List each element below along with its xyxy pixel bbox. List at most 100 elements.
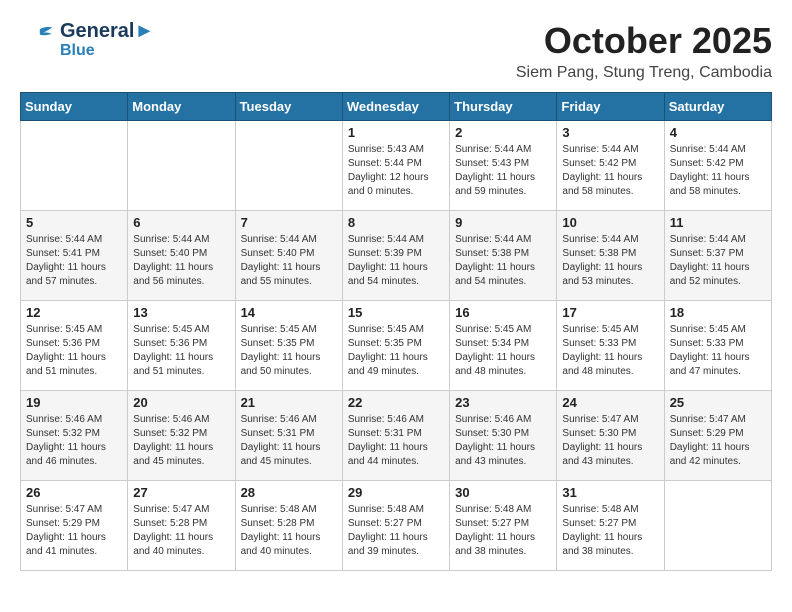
calendar-cell: [235, 121, 342, 211]
weekday-header-friday: Friday: [557, 93, 664, 121]
day-number: 26: [26, 485, 122, 500]
day-info: Sunrise: 5:44 AM Sunset: 5:40 PM Dayligh…: [133, 233, 229, 289]
day-info: Sunrise: 5:46 AM Sunset: 5:31 PM Dayligh…: [241, 413, 337, 469]
calendar-cell: [664, 481, 771, 571]
day-number: 4: [670, 125, 766, 140]
day-number: 19: [26, 395, 122, 410]
calendar-cell: 8 Sunrise: 5:44 AM Sunset: 5:39 PM Daylig…: [342, 211, 449, 301]
day-number: 31: [562, 485, 658, 500]
location-title: Siem Pang, Stung Treng, Cambodia: [516, 64, 772, 82]
day-number: 9: [455, 215, 551, 230]
day-info: Sunrise: 5:45 AM Sunset: 5:36 PM Dayligh…: [26, 323, 122, 379]
title-block: October 2025 Siem Pang, Stung Treng, Cam…: [516, 20, 772, 82]
calendar-cell: 2 Sunrise: 5:44 AM Sunset: 5:43 PM Daylig…: [450, 121, 557, 211]
day-info: Sunrise: 5:45 AM Sunset: 5:34 PM Dayligh…: [455, 323, 551, 379]
week-row-5: 26 Sunrise: 5:47 AM Sunset: 5:29 PM Dayli…: [21, 481, 772, 571]
day-number: 15: [348, 305, 444, 320]
day-info: Sunrise: 5:47 AM Sunset: 5:29 PM Dayligh…: [670, 413, 766, 469]
day-number: 11: [670, 215, 766, 230]
day-number: 25: [670, 395, 766, 410]
day-info: Sunrise: 5:45 AM Sunset: 5:35 PM Dayligh…: [348, 323, 444, 379]
day-number: 5: [26, 215, 122, 230]
calendar-cell: 23 Sunrise: 5:46 AM Sunset: 5:30 PM Dayli…: [450, 391, 557, 481]
day-number: 3: [562, 125, 658, 140]
day-number: 30: [455, 485, 551, 500]
calendar-cell: 14Sunrise: 5:45 AM Sunset: 5:35 PM Dayli…: [235, 301, 342, 391]
day-number: 24: [562, 395, 658, 410]
day-number: 23: [455, 395, 551, 410]
weekday-header-wednesday: Wednesday: [342, 93, 449, 121]
day-number: 18: [670, 305, 766, 320]
day-info: Sunrise: 5:46 AM Sunset: 5:31 PM Dayligh…: [348, 413, 444, 469]
day-number: 20: [133, 395, 229, 410]
weekday-header-tuesday: Tuesday: [235, 93, 342, 121]
day-number: 8: [348, 215, 444, 230]
calendar-cell: 20 Sunrise: 5:46 AM Sunset: 5:32 PM Dayli…: [128, 391, 235, 481]
weekday-header-saturday: Saturday: [664, 93, 771, 121]
day-info: Sunrise: 5:44 AM Sunset: 5:42 PM Dayligh…: [562, 143, 658, 199]
day-number: 7: [241, 215, 337, 230]
week-row-3: 12Sunrise: 5:45 AM Sunset: 5:36 PM Dayli…: [21, 301, 772, 391]
day-number: 17: [562, 305, 658, 320]
day-number: 16: [455, 305, 551, 320]
day-number: 21: [241, 395, 337, 410]
calendar-cell: 10Sunrise: 5:44 AM Sunset: 5:38 PM Dayli…: [557, 211, 664, 301]
calendar-cell: 21 Sunrise: 5:46 AM Sunset: 5:31 PM Dayli…: [235, 391, 342, 481]
weekday-header-thursday: Thursday: [450, 93, 557, 121]
day-info: Sunrise: 5:44 AM Sunset: 5:43 PM Dayligh…: [455, 143, 551, 199]
weekday-header-sunday: Sunday: [21, 93, 128, 121]
week-row-4: 19 Sunrise: 5:46 AM Sunset: 5:32 PM Dayli…: [21, 391, 772, 481]
page-header: General► Blue October 2025 Siem Pang, St…: [20, 20, 772, 82]
calendar-body: 1 Sunrise: 5:43 AM Sunset: 5:44 PM Daylig…: [21, 121, 772, 571]
day-number: 27: [133, 485, 229, 500]
logo: General► Blue: [20, 20, 154, 60]
day-info: Sunrise: 5:48 AM Sunset: 5:27 PM Dayligh…: [455, 503, 551, 559]
day-number: 1: [348, 125, 444, 140]
day-info: Sunrise: 5:45 AM Sunset: 5:36 PM Dayligh…: [133, 323, 229, 379]
day-number: 2: [455, 125, 551, 140]
day-info: Sunrise: 5:44 AM Sunset: 5:39 PM Dayligh…: [348, 233, 444, 289]
day-info: Sunrise: 5:44 AM Sunset: 5:38 PM Dayligh…: [455, 233, 551, 289]
calendar-cell: 31 Sunrise: 5:48 AM Sunset: 5:27 PM Dayli…: [557, 481, 664, 571]
day-info: Sunrise: 5:46 AM Sunset: 5:32 PM Dayligh…: [133, 413, 229, 469]
calendar-cell: 22 Sunrise: 5:46 AM Sunset: 5:31 PM Dayli…: [342, 391, 449, 481]
weekday-row: SundayMondayTuesdayWednesdayThursdayFrid…: [21, 93, 772, 121]
day-number: 10: [562, 215, 658, 230]
calendar-cell: 28Sunrise: 5:48 AM Sunset: 5:28 PM Dayli…: [235, 481, 342, 571]
day-info: Sunrise: 5:45 AM Sunset: 5:33 PM Dayligh…: [670, 323, 766, 379]
day-number: 13: [133, 305, 229, 320]
calendar-cell: 27 Sunrise: 5:47 AM Sunset: 5:28 PM Dayli…: [128, 481, 235, 571]
calendar-cell: 11Sunrise: 5:44 AM Sunset: 5:37 PM Dayli…: [664, 211, 771, 301]
day-number: 22: [348, 395, 444, 410]
weekday-header-monday: Monday: [128, 93, 235, 121]
day-info: Sunrise: 5:45 AM Sunset: 5:33 PM Dayligh…: [562, 323, 658, 379]
calendar-cell: 24Sunrise: 5:47 AM Sunset: 5:30 PM Dayli…: [557, 391, 664, 481]
day-info: Sunrise: 5:47 AM Sunset: 5:29 PM Dayligh…: [26, 503, 122, 559]
day-info: Sunrise: 5:48 AM Sunset: 5:28 PM Dayligh…: [241, 503, 337, 559]
calendar-cell: [21, 121, 128, 211]
day-info: Sunrise: 5:48 AM Sunset: 5:27 PM Dayligh…: [562, 503, 658, 559]
calendar-cell: 30 Sunrise: 5:48 AM Sunset: 5:27 PM Dayli…: [450, 481, 557, 571]
calendar-cell: 13 Sunrise: 5:45 AM Sunset: 5:36 PM Dayli…: [128, 301, 235, 391]
calendar-cell: 17 Sunrise: 5:45 AM Sunset: 5:33 PM Dayli…: [557, 301, 664, 391]
calendar-cell: 29Sunrise: 5:48 AM Sunset: 5:27 PM Dayli…: [342, 481, 449, 571]
day-info: Sunrise: 5:46 AM Sunset: 5:30 PM Dayligh…: [455, 413, 551, 469]
logo-icon: [20, 22, 56, 58]
calendar-cell: 12Sunrise: 5:45 AM Sunset: 5:36 PM Dayli…: [21, 301, 128, 391]
calendar-cell: [128, 121, 235, 211]
day-info: Sunrise: 5:44 AM Sunset: 5:41 PM Dayligh…: [26, 233, 122, 289]
calendar-header: SundayMondayTuesdayWednesdayThursdayFrid…: [21, 93, 772, 121]
calendar-cell: 7 Sunrise: 5:44 AM Sunset: 5:40 PM Daylig…: [235, 211, 342, 301]
week-row-1: 1 Sunrise: 5:43 AM Sunset: 5:44 PM Daylig…: [21, 121, 772, 211]
day-info: Sunrise: 5:43 AM Sunset: 5:44 PM Dayligh…: [348, 143, 444, 199]
calendar-cell: 4Sunrise: 5:44 AM Sunset: 5:42 PM Daylig…: [664, 121, 771, 211]
day-info: Sunrise: 5:47 AM Sunset: 5:28 PM Dayligh…: [133, 503, 229, 559]
calendar-cell: 9 Sunrise: 5:44 AM Sunset: 5:38 PM Daylig…: [450, 211, 557, 301]
logo-text: General► Blue: [60, 20, 154, 60]
calendar-cell: 16 Sunrise: 5:45 AM Sunset: 5:34 PM Dayli…: [450, 301, 557, 391]
day-info: Sunrise: 5:44 AM Sunset: 5:40 PM Dayligh…: [241, 233, 337, 289]
day-number: 14: [241, 305, 337, 320]
calendar-cell: 6Sunrise: 5:44 AM Sunset: 5:40 PM Daylig…: [128, 211, 235, 301]
calendar-cell: 3 Sunrise: 5:44 AM Sunset: 5:42 PM Daylig…: [557, 121, 664, 211]
week-row-2: 5 Sunrise: 5:44 AM Sunset: 5:41 PM Daylig…: [21, 211, 772, 301]
